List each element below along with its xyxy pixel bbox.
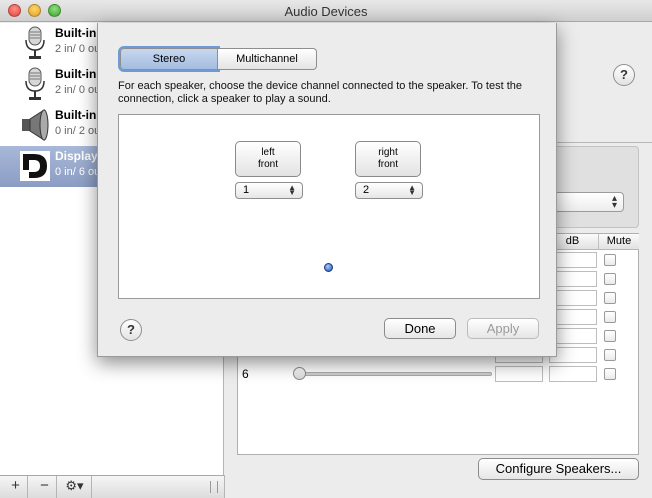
speaker-label-line2: front: [377, 159, 398, 170]
help-button[interactable]: ?: [613, 64, 635, 86]
speaker-right-front-button[interactable]: right front: [355, 141, 421, 177]
mute-checkbox[interactable]: [604, 330, 616, 342]
audio-devices-window: Audio Devices Built-in Microphone 2 in/ …: [0, 0, 652, 498]
popup-arrows-icon: ▲ ▼: [288, 183, 296, 197]
tab-multichannel[interactable]: Multichannel: [218, 48, 317, 70]
title-bar: Audio Devices: [0, 0, 652, 22]
sheet-help-button[interactable]: ?: [120, 319, 142, 341]
gear-icon[interactable]: ⚙▾: [58, 476, 92, 498]
mute-checkbox[interactable]: [604, 311, 616, 323]
microphone-icon: [25, 67, 45, 100]
speaker-label-line1: left: [261, 147, 275, 158]
window-title: Audio Devices: [284, 4, 368, 19]
slider-knob[interactable]: [293, 367, 306, 380]
device-list-toolbar: + − ⚙▾: [0, 475, 225, 498]
mute-checkbox[interactable]: [604, 292, 616, 304]
speaker-label-line2: front: [257, 159, 278, 170]
tab-stereo[interactable]: Stereo: [120, 48, 218, 70]
apply-button[interactable]: Apply: [467, 318, 539, 339]
channel-volume-slider[interactable]: [296, 372, 492, 376]
left-front-channel-popup[interactable]: 1 ▲ ▼: [235, 182, 303, 199]
configure-speakers-sheet: Stereo Multichannel For each speaker, ch…: [97, 23, 557, 357]
displayport-icon: [20, 151, 50, 181]
mute-checkbox[interactable]: [604, 254, 616, 266]
speaker-layout-area: left front 1 ▲ ▼ right front 2 ▲ ▼: [118, 114, 540, 299]
value-field[interactable]: [495, 366, 543, 382]
channel-value: 1: [243, 184, 250, 196]
speaker-left-front-button[interactable]: left front: [235, 141, 301, 177]
configure-speakers-button[interactable]: Configure Speakers...: [478, 458, 639, 480]
add-device-button[interactable]: +: [4, 476, 28, 498]
column-header-mute: Mute: [598, 234, 639, 250]
channel-number: 6: [242, 367, 249, 381]
mute-checkbox[interactable]: [604, 273, 616, 285]
popup-arrows-icon: ▲ ▼: [408, 183, 416, 197]
instructions-text: For each speaker, choose the device chan…: [118, 80, 523, 105]
mute-checkbox[interactable]: [604, 349, 616, 361]
done-button[interactable]: Done: [384, 318, 456, 339]
microphone-icon: [25, 26, 45, 59]
channel-value: 2: [363, 184, 370, 196]
right-front-channel-popup[interactable]: 2 ▲ ▼: [355, 182, 423, 199]
speaker-icon: [22, 109, 49, 141]
popup-arrows-icon: ▴ ▾: [611, 193, 617, 211]
remove-device-button[interactable]: −: [33, 476, 57, 498]
mute-checkbox[interactable]: [604, 368, 616, 380]
listener-position-icon: [324, 263, 333, 272]
speaker-label-line1: right: [378, 147, 398, 158]
resize-grip-icon[interactable]: [210, 481, 218, 493]
db-field[interactable]: [549, 366, 597, 382]
